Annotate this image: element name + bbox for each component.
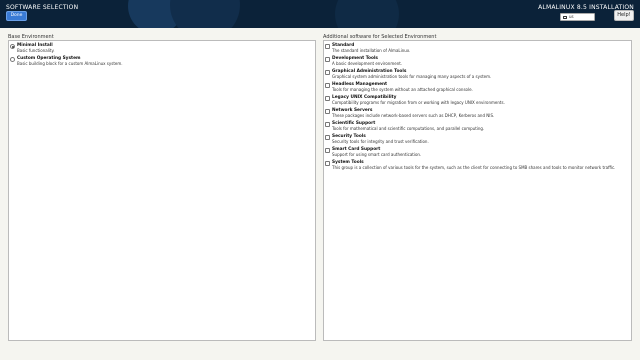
option-description: Tools for mathematical and scientific co…	[332, 126, 485, 132]
checkbox[interactable]	[325, 44, 330, 49]
option-name: Legacy UNIX Compatibility	[332, 95, 397, 100]
checkbox[interactable]	[325, 96, 330, 101]
option-description: Tools for managing the system without an…	[332, 87, 473, 93]
checkbox[interactable]	[325, 57, 330, 62]
checkbox[interactable]	[325, 70, 330, 75]
option-description: This group is a collection of various to…	[332, 165, 616, 171]
header-decoration	[170, 0, 240, 28]
option-description: Security tools for integrity and trust v…	[332, 139, 429, 145]
option-name: Standard	[332, 43, 355, 48]
additional-software-list: Standard The standard installation of Al…	[323, 40, 632, 341]
radio-button-selected[interactable]	[10, 44, 15, 49]
page-title: SOFTWARE SELECTION	[6, 4, 79, 11]
checkbox[interactable]	[325, 83, 330, 88]
option-name: System Tools	[332, 160, 364, 165]
done-button[interactable]: Done	[6, 11, 27, 21]
keyboard-layout-label: us	[569, 14, 574, 19]
keyboard-layout-indicator[interactable]: us	[560, 13, 595, 21]
option-description: Graphical system administration tools fo…	[332, 74, 492, 80]
option-name: Headless Management	[332, 82, 388, 87]
radio-button[interactable]	[10, 57, 15, 62]
checkbox[interactable]	[325, 161, 330, 166]
option-description: The standard installation of AlmaLinux.	[332, 48, 411, 54]
checkbox[interactable]	[325, 135, 330, 140]
option-description: Compatibility programs for migration fro…	[332, 100, 505, 106]
option-name: Custom Operating System	[17, 56, 81, 61]
option-description: These packages include network-based ser…	[332, 113, 495, 119]
option-name: Graphical Administration Tools	[332, 69, 407, 74]
option-name: Minimal Install	[17, 43, 53, 48]
option-description: Basic functionality.	[17, 48, 55, 54]
checkbox[interactable]	[325, 122, 330, 127]
option-description: Basic building block for a custom AlmaLi…	[17, 61, 123, 67]
option-name: Development Tools	[332, 56, 378, 61]
keyboard-icon	[563, 15, 567, 19]
option-description: A basic development environment.	[332, 61, 403, 67]
header-bar: SOFTWARE SELECTION Done ALMALINUX 8.5 IN…	[0, 0, 640, 28]
header-decoration	[335, 0, 399, 28]
option-name: Security Tools	[332, 134, 366, 139]
checkbox[interactable]	[325, 109, 330, 114]
option-description: Support for using smart card authenticat…	[332, 152, 422, 158]
base-environment-list: Minimal Install Basic functionality. Cus…	[8, 40, 316, 341]
option-name: Network Servers	[332, 108, 373, 113]
option-name: Smart Card Support	[332, 147, 381, 152]
help-button[interactable]: Help!	[614, 10, 634, 21]
checkbox[interactable]	[325, 148, 330, 153]
option-name: Scientific Support	[332, 121, 376, 126]
